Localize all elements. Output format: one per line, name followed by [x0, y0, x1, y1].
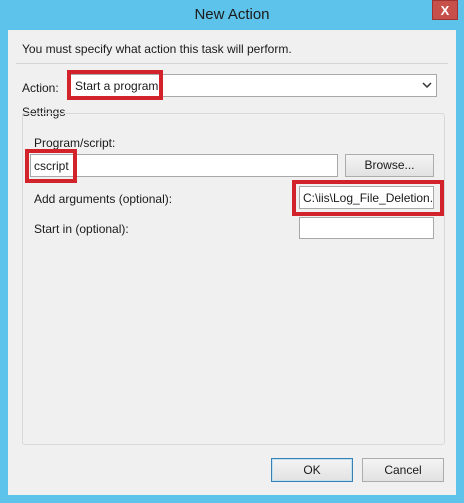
- title-bar[interactable]: New Action X: [0, 0, 464, 30]
- program-input-value: cscript: [34, 159, 69, 173]
- window-title: New Action: [194, 6, 270, 23]
- divider: [16, 63, 448, 64]
- ok-button[interactable]: OK: [271, 458, 353, 482]
- action-label: Action:: [22, 81, 59, 95]
- program-label: Program/script:: [34, 136, 116, 150]
- cancel-button[interactable]: Cancel: [362, 458, 444, 482]
- start-in-label: Start in (optional):: [34, 222, 129, 236]
- close-button[interactable]: X: [432, 0, 458, 20]
- arguments-input[interactable]: C:\iis\Log_File_Deletion.v: [299, 186, 434, 209]
- arguments-label: Add arguments (optional):: [34, 192, 173, 206]
- arguments-input-value: C:\iis\Log_File_Deletion.v: [303, 191, 434, 205]
- dialog-body: You must specify what action this task w…: [8, 30, 456, 495]
- action-dropdown-value: Start a program: [75, 79, 159, 93]
- action-dropdown[interactable]: Start a program: [67, 74, 437, 97]
- browse-button[interactable]: Browse...: [345, 154, 434, 177]
- new-action-dialog: New Action X You must specify what actio…: [0, 0, 464, 503]
- chevron-down-icon[interactable]: [422, 80, 432, 90]
- start-in-input[interactable]: [299, 217, 434, 239]
- instruction-text: You must specify what action this task w…: [22, 42, 292, 56]
- close-icon: X: [440, 3, 450, 18]
- program-input[interactable]: cscript: [30, 154, 338, 177]
